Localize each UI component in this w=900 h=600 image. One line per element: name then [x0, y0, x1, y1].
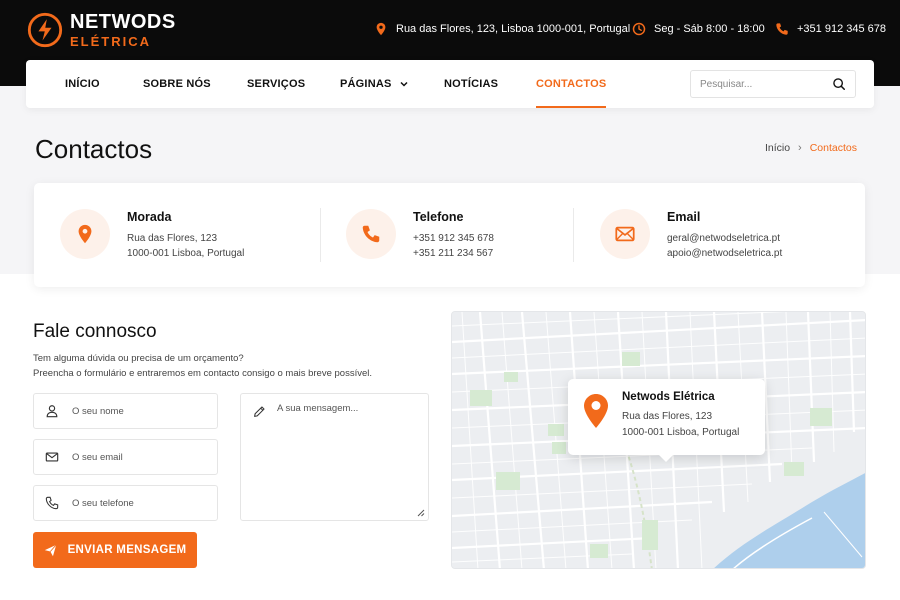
contact-email-title: Email [667, 210, 701, 224]
paper-plane-icon [44, 544, 57, 556]
contact-phone: Telefone +351 912 345 678 +351 211 234 5… [346, 183, 566, 287]
message-field [240, 393, 429, 521]
nav-item-paginas-label: PÁGINAS [340, 78, 392, 90]
breadcrumb-home[interactable]: Início [765, 142, 790, 154]
map-popup-name: Netwods Elétrica [622, 391, 715, 403]
location-pin-icon [376, 22, 386, 36]
map-popup-line-1: Rua das Flores, 123 [622, 411, 713, 422]
contact-address-title: Morada [127, 210, 172, 224]
top-phone-text: +351 912 345 678 [797, 23, 887, 35]
divider [320, 208, 321, 262]
nav-item-contactos[interactable]: CONTACTOS [536, 60, 607, 108]
contact-address: Morada Rua das Flores, 123 1000-001 Lisb… [60, 183, 310, 287]
form-description-line-2: Preencha o formulário e entraremos em co… [33, 368, 372, 379]
divider [573, 208, 574, 262]
form-description: Tem alguma dúvida ou precisa de um orçam… [33, 351, 423, 381]
map-pin-icon [584, 394, 608, 428]
contact-email-line-1[interactable]: geral@netwodseletrica.pt [667, 233, 780, 244]
nav-item-inicio[interactable]: INÍCIO [65, 60, 100, 108]
logo-subtitle: ELÉTRICA [70, 34, 151, 49]
envelope-icon [615, 226, 635, 242]
top-address-text: Rua das Flores, 123, Lisboa 1000-001, Po… [396, 23, 631, 35]
contact-phone-line-2[interactable]: +351 211 234 567 [413, 248, 493, 259]
chevron-down-icon [400, 82, 408, 87]
nav-item-noticias[interactable]: NOTÍCIAS [444, 60, 498, 108]
form-title: Fale connosco [33, 321, 157, 342]
nav-item-paginas[interactable]: PÁGINAS [340, 60, 408, 108]
name-field [33, 393, 218, 429]
nav-item-servicos[interactable]: SERVIÇOS [247, 60, 305, 108]
contact-email-line-2[interactable]: apoio@netwodseletrica.pt [667, 248, 782, 259]
contact-email-icon-circle [600, 209, 650, 259]
search-icon[interactable] [832, 77, 846, 91]
email-field [33, 439, 218, 475]
phone-input[interactable] [72, 497, 202, 509]
breadcrumb-current: Contactos [809, 142, 857, 154]
top-hours-text: Seg - Sáb 8:00 - 18:00 [654, 23, 765, 35]
top-phone[interactable]: +351 912 345 678 [775, 22, 886, 36]
email-input[interactable] [72, 451, 202, 463]
send-message-button[interactable]: ENVIAR MENSAGEM [33, 532, 197, 568]
breadcrumb: Início › Contactos [765, 142, 857, 154]
phone-icon [45, 496, 59, 510]
top-hours: Seg - Sáb 8:00 - 18:00 [632, 22, 765, 36]
phone-field [33, 485, 218, 521]
form-description-line-1: Tem alguma dúvida ou precisa de um orçam… [33, 353, 244, 364]
user-icon [46, 405, 58, 418]
logo-name: NETWODS [70, 11, 176, 33]
phone-icon [362, 225, 380, 243]
clock-icon [632, 22, 646, 36]
location-pin-icon [78, 224, 92, 244]
map-popup: Netwods Elétrica Rua das Flores, 123 100… [568, 379, 765, 462]
contact-phone-line-1[interactable]: +351 912 345 678 [413, 233, 494, 244]
location-map[interactable]: Netwods Elétrica Rua das Flores, 123 100… [451, 311, 866, 569]
contact-email: Email geral@netwodseletrica.pt apoio@net… [600, 183, 840, 287]
chevron-right-icon: › [798, 142, 802, 154]
phone-icon [776, 23, 788, 35]
page-title: Contactos [35, 134, 153, 164]
logo[interactable]: NETWODS ELÉTRICA [26, 11, 176, 49]
contact-phone-icon-circle [346, 209, 396, 259]
envelope-icon [45, 452, 59, 462]
map-popup-line-2: 1000-001 Lisboa, Portugal [622, 427, 740, 438]
contact-address-icon-circle [60, 209, 110, 259]
contact-info-card: Morada Rua das Flores, 123 1000-001 Lisb… [34, 183, 865, 287]
nav-item-sobre-nos[interactable]: SOBRE NÓS [143, 60, 211, 108]
send-message-label: ENVIAR MENSAGEM [67, 544, 187, 556]
contact-address-line-1: Rua das Flores, 123 [127, 233, 218, 244]
contact-phone-title: Telefone [413, 210, 464, 224]
name-input[interactable] [72, 405, 202, 417]
contact-address-line-2: 1000-001 Lisboa, Portugal [127, 248, 245, 259]
message-input[interactable] [277, 403, 422, 508]
search-input[interactable] [691, 71, 821, 97]
lightning-bolt-icon [27, 12, 63, 48]
search-box [690, 70, 856, 98]
top-address: Rua das Flores, 123, Lisboa 1000-001, Po… [374, 22, 630, 36]
resize-grip-icon[interactable] [417, 509, 425, 517]
pencil-icon [254, 406, 265, 417]
main-nav: INÍCIO SOBRE NÓS SERVIÇOS PÁGINAS NOTÍCI… [26, 60, 874, 108]
